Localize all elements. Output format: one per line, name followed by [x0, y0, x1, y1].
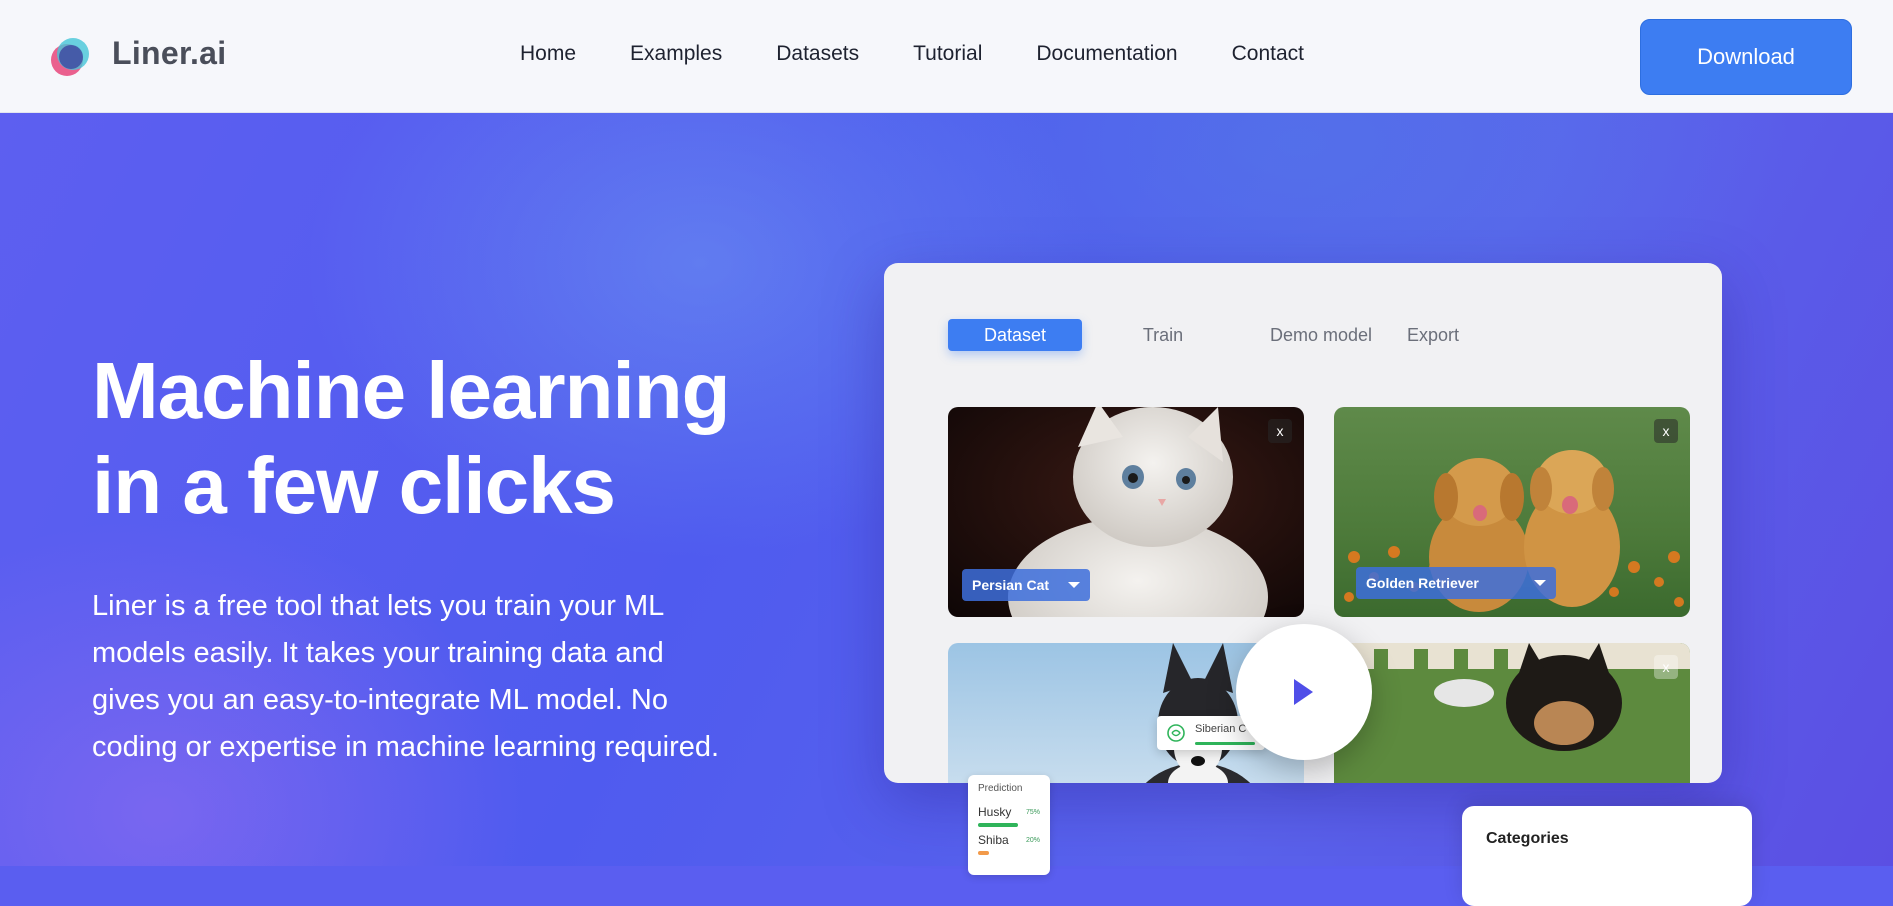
main-nav: Home Examples Datasets Tutorial Document… [520, 42, 1358, 66]
nav-link-datasets[interactable]: Datasets [776, 42, 859, 66]
hero-headline-line1: Machine learning [92, 346, 730, 435]
nav-link-tutorial[interactable]: Tutorial [913, 42, 982, 66]
close-icon[interactable]: x [1654, 655, 1678, 679]
label-dropdown[interactable]: Golden Retriever [1356, 567, 1556, 599]
nav-link-examples[interactable]: Examples [630, 42, 722, 66]
top-navbar: Liner.ai Home Examples Datasets Tutorial… [0, 0, 1893, 113]
prediction-percent: 20% [1025, 837, 1040, 844]
play-video-button[interactable] [1236, 624, 1372, 760]
prediction-label: Shiba [978, 833, 1009, 847]
download-button[interactable]: Download [1640, 19, 1852, 95]
categories-panel: Categories [1462, 806, 1752, 906]
label-dropdown[interactable]: Persian Cat [962, 569, 1090, 601]
dataset-tile-golden-retriever[interactable]: x Golden Retriever [1334, 407, 1690, 617]
suggestion-text: Siberian C [1195, 723, 1247, 735]
tab-dataset[interactable]: Dataset [948, 319, 1082, 351]
play-icon [1294, 679, 1313, 705]
close-icon[interactable]: x [1654, 419, 1678, 443]
hero-headline: Machine learning in a few clicks [92, 343, 812, 533]
dataset-tile-persian-cat[interactable]: x Persian Cat [948, 407, 1304, 617]
label-text: Golden Retriever [1366, 575, 1479, 591]
chevron-down-icon [1534, 580, 1546, 586]
prediction-bar [978, 851, 989, 855]
prediction-label: Husky [978, 805, 1012, 819]
prediction-percent: 75% [1025, 809, 1040, 816]
tab-train[interactable]: Train [1082, 319, 1244, 351]
prediction-title: Prediction [978, 783, 1023, 794]
suggestion-confidence-bar [1195, 742, 1255, 745]
prediction-panel: Prediction Husky 75% Shiba 20% [968, 775, 1050, 875]
tab-demo-model[interactable]: Demo model [1244, 319, 1398, 351]
app-tabs: Dataset Train Demo model Export [948, 319, 1468, 351]
chevron-down-icon [1068, 582, 1080, 588]
brain-icon [1167, 724, 1185, 742]
hero-headline-line2: in a few clicks [92, 441, 616, 530]
hero-description: Liner is a free tool that lets you train… [92, 590, 720, 763]
brand-name[interactable]: Liner.ai [112, 35, 226, 72]
liner-logo-icon[interactable] [46, 33, 94, 81]
nav-link-documentation[interactable]: Documentation [1036, 42, 1177, 66]
nav-link-home[interactable]: Home [520, 42, 576, 66]
puppy-photo [1334, 643, 1690, 783]
label-text: Persian Cat [972, 577, 1050, 593]
dataset-tile-puppy[interactable]: x [1334, 643, 1690, 783]
prediction-bar [978, 823, 1018, 827]
close-icon[interactable]: x [1268, 419, 1292, 443]
nav-link-contact[interactable]: Contact [1232, 42, 1304, 66]
categories-title: Categories [1486, 830, 1569, 847]
tab-export[interactable]: Export [1398, 319, 1468, 351]
